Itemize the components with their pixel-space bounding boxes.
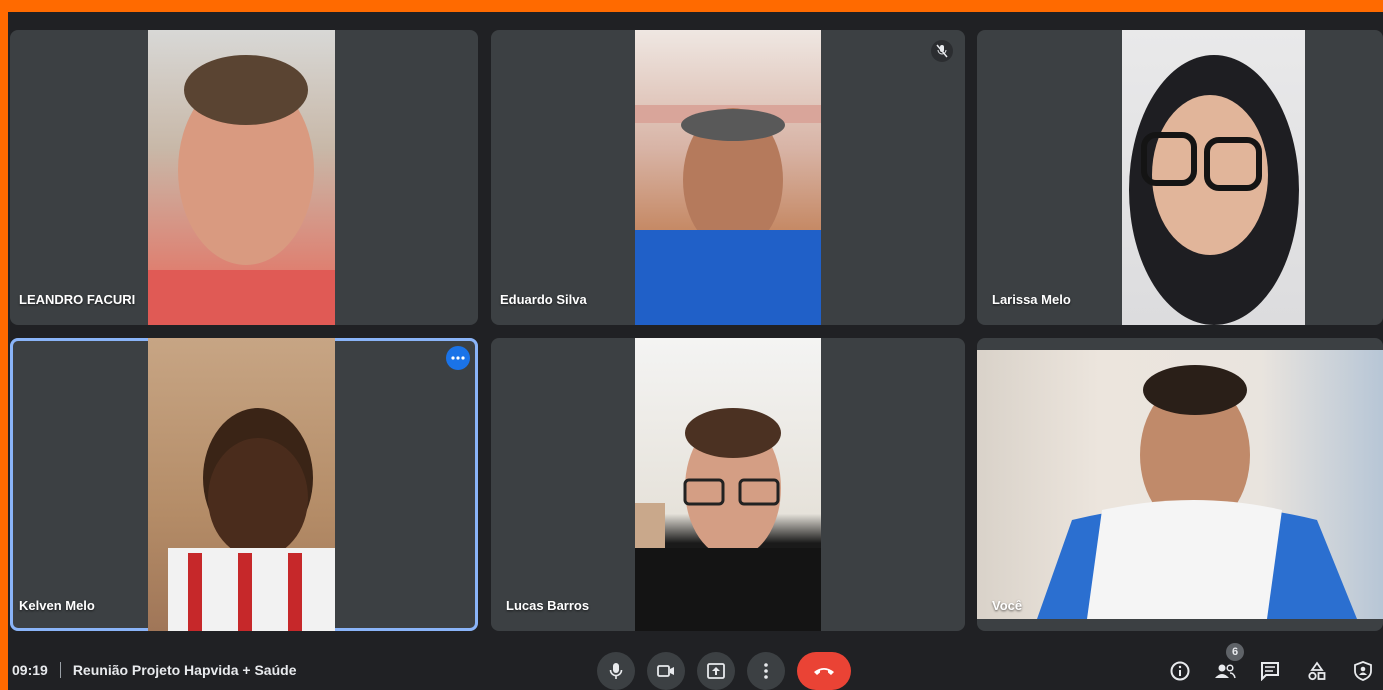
more-options-icon[interactable] <box>446 346 470 370</box>
present-icon <box>707 663 725 679</box>
chat-button[interactable] <box>1255 656 1285 686</box>
orange-frame-left <box>0 0 8 690</box>
bottom-toolbar: 09:19 Reunião Projeto Hapvida + Saúde <box>0 640 1383 690</box>
meeting-title: Reunião Projeto Hapvida + Saúde <box>72 662 297 678</box>
participant-video <box>977 350 1383 619</box>
participant-tile[interactable]: Kelven Melo <box>10 338 478 631</box>
participant-name: Larissa Melo <box>992 292 1071 307</box>
host-controls-icon <box>1354 661 1372 681</box>
participant-video <box>1122 30 1305 325</box>
more-options-icon <box>764 663 768 679</box>
participant-name: Eduardo Silva <box>500 292 587 307</box>
participant-tile[interactable]: Você <box>977 338 1383 631</box>
more-options-button[interactable] <box>747 652 785 690</box>
end-call-button[interactable] <box>797 652 851 690</box>
meeting-info: 09:19 Reunião Projeto Hapvida + Saúde <box>12 662 296 678</box>
participant-tile[interactable]: Lucas Barros <box>491 338 965 631</box>
info-button[interactable] <box>1165 656 1195 686</box>
participant-tile[interactable]: Eduardo Silva <box>491 30 965 325</box>
participant-name: Você <box>992 598 1023 613</box>
orange-frame-top <box>0 0 1383 12</box>
participant-video <box>635 30 821 325</box>
people-count-badge: 6 <box>1226 643 1244 661</box>
end-call-icon <box>814 668 834 675</box>
microphone-button[interactable] <box>597 652 635 690</box>
chat-icon <box>1261 662 1279 681</box>
camera-icon <box>657 665 674 677</box>
activities-button[interactable] <box>1302 656 1332 686</box>
muted-mic-icon <box>931 40 953 62</box>
participant-video <box>148 338 335 631</box>
participant-name: Kelven Melo <box>19 598 95 613</box>
participant-video <box>635 338 821 631</box>
participant-video <box>148 30 335 325</box>
participant-name: LEANDRO FACURI <box>19 292 136 307</box>
participant-tile[interactable]: LEANDRO FACURI <box>10 30 478 325</box>
people-icon <box>1215 664 1236 679</box>
participant-tile[interactable]: Larissa Melo <box>977 30 1383 325</box>
camera-button[interactable] <box>647 652 685 690</box>
microphone-icon <box>609 663 623 679</box>
info-icon <box>1170 661 1190 681</box>
meeting-time: 09:19 <box>12 662 48 678</box>
participant-name: Lucas Barros <box>506 598 590 613</box>
divider <box>59 662 61 678</box>
host-controls-button[interactable] <box>1348 656 1378 686</box>
present-button[interactable] <box>697 652 735 690</box>
activities-icon <box>1308 661 1326 681</box>
